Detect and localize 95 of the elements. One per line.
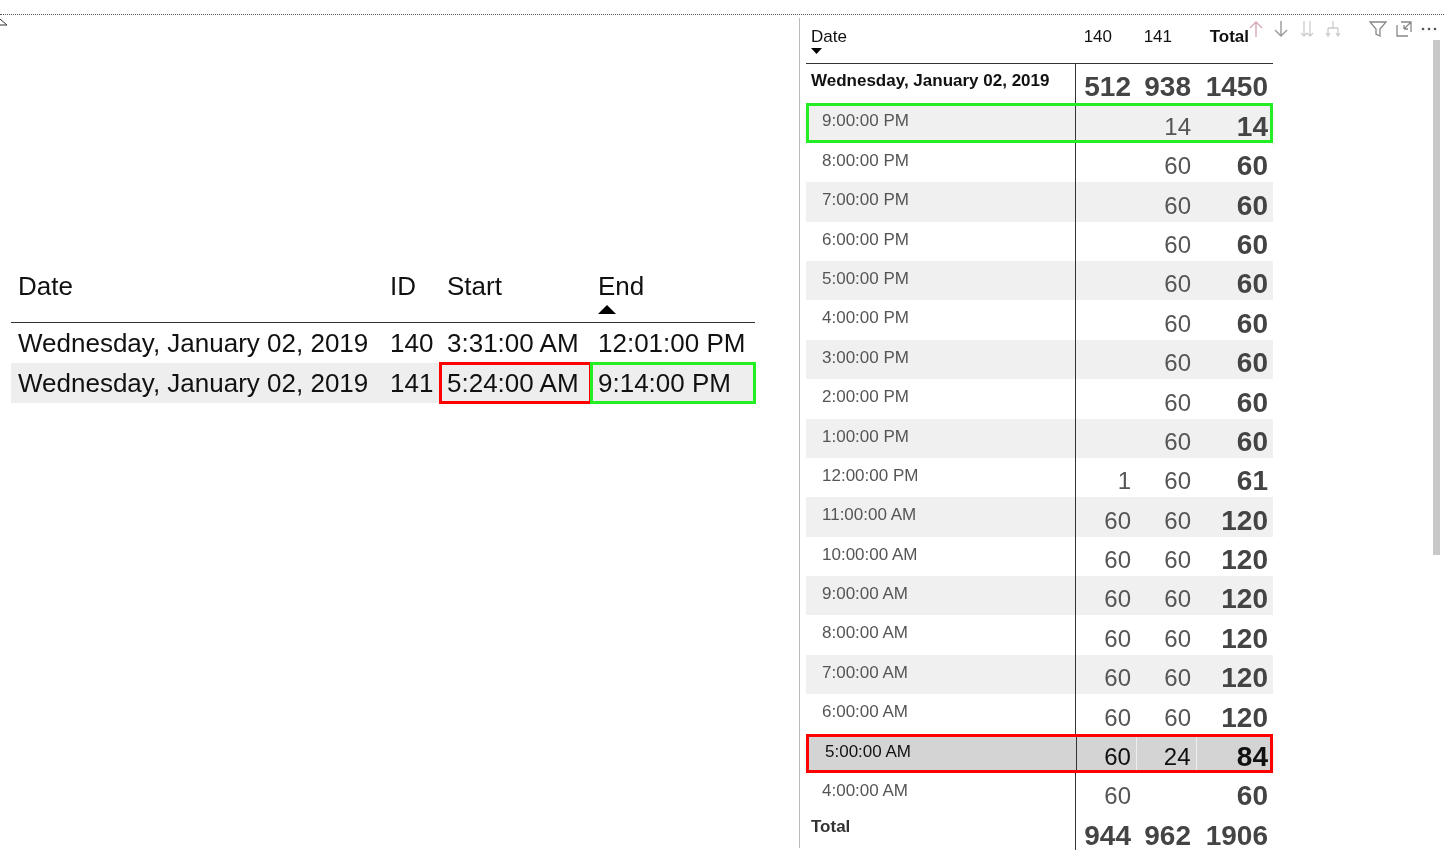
matrix-value: 60 (1164, 466, 1191, 497)
matrix-value: 120 (1221, 505, 1268, 536)
matrix-value: 512 (1084, 72, 1131, 103)
matrix-value: 60 (1164, 623, 1191, 654)
matrix-value: 60 (1104, 742, 1131, 773)
column-header[interactable]: 141 (1143, 26, 1172, 48)
matrix-value: 1 (1117, 466, 1131, 497)
matrix-row[interactable]: 7:00:00 AM 60 60 120 (806, 654, 1273, 695)
matrix-value: 60 (1104, 623, 1131, 654)
table-cell: 5:24:00 AM (440, 363, 591, 403)
matrix-value: 60 (1104, 545, 1131, 576)
matrix-row[interactable]: 7:00:00 PM 60 60 (806, 182, 1273, 222)
row-label: 5:00:00 AM (825, 741, 911, 761)
row-label: 4:00:00 AM (822, 781, 908, 801)
row-label: 2:00:00 PM (822, 387, 909, 407)
row-label: 8:00:00 AM (822, 623, 908, 643)
matrix-value: 962 (1144, 820, 1191, 850)
row-label: 9:00:00 AM (822, 584, 908, 604)
matrix-value: 60 (1164, 584, 1191, 615)
table-cell-text: Wednesday, January 02, 2019 (17, 366, 370, 400)
column-header[interactable]: Start (447, 268, 502, 304)
column-header[interactable]: Date (811, 26, 847, 48)
matrix-value: 24 (1163, 742, 1191, 773)
matrix-row[interactable]: 5:00:00 PM 60 60 (806, 260, 1273, 301)
row-label: 4:00:00 PM (822, 308, 909, 328)
row-label: 11:00:00 AM (822, 505, 917, 525)
matrix-value: 60 (1164, 545, 1191, 576)
row-label: 6:00:00 PM (822, 229, 909, 249)
matrix-value: 60 (1104, 702, 1131, 733)
matrix-value: 60 (1236, 387, 1268, 418)
matrix-value: 60 (1164, 308, 1191, 339)
matrix-value: 60 (1236, 269, 1268, 300)
matrix-value: 61 (1236, 466, 1268, 497)
matrix-value: 60 (1164, 663, 1191, 694)
row-label: 9:00:00 PM (822, 111, 909, 131)
matrix-value: 60 (1164, 190, 1191, 221)
matrix-value: 120 (1221, 702, 1268, 733)
matrix-row[interactable]: 9:00:00 PM 14 14 (806, 103, 1273, 143)
matrix-value: 120 (1221, 663, 1268, 694)
matrix-row[interactable]: 1:00:00 PM 60 60 (806, 418, 1273, 458)
row-label: 3:00:00 PM (822, 347, 909, 367)
row-label: 5:00:00 PM (822, 268, 909, 288)
matrix-value: 120 (1221, 584, 1268, 615)
matrix-value: 944 (1084, 820, 1131, 850)
matrix-row[interactable]: 3:00:00 PM 60 60 (806, 339, 1273, 380)
table-cell-text: Wednesday, January 02, 2019 (17, 326, 370, 360)
matrix-value: 938 (1144, 72, 1191, 103)
matrix-value: 14 (1164, 111, 1191, 142)
matrix-value: 60 (1236, 229, 1268, 260)
matrix-value: 60 (1164, 229, 1191, 260)
matrix-value: 60 (1164, 151, 1191, 182)
column-header[interactable]: Date (18, 268, 73, 304)
table-cell-text: 140 (389, 326, 435, 360)
matrix-value: 120 (1221, 545, 1268, 576)
table-cell-text: 3:31:00 AM (446, 326, 580, 360)
matrix-value: 60 (1236, 781, 1268, 812)
column-header[interactable]: ID (390, 268, 416, 304)
column-header[interactable]: End (598, 268, 645, 304)
matrix-value: 60 (1236, 308, 1268, 339)
matrix-value: 60 (1164, 269, 1191, 300)
matrix-value: 60 (1104, 663, 1131, 694)
matrix-value: 1450 (1205, 72, 1268, 103)
matrix-value: 14 (1236, 111, 1268, 142)
matrix-value: 60 (1236, 426, 1268, 457)
row-label: 7:00:00 AM (822, 662, 908, 682)
matrix-value: 60 (1164, 702, 1191, 733)
matrix-row[interactable]: 5:00:00 AM 60 24 84 (806, 733, 1273, 774)
table-cell-text: 12:01:00 PM (597, 326, 747, 360)
matrix-value: 60 (1236, 151, 1268, 182)
total-label: Total (811, 817, 851, 837)
row-label: 1:00:00 PM (822, 426, 909, 446)
matrix-value: 60 (1236, 190, 1268, 221)
column-header[interactable]: Total (1209, 26, 1249, 48)
matrix-value: 60 (1164, 426, 1191, 457)
matrix-row[interactable]: 11:00:00 AM 60 60 120 (806, 497, 1273, 537)
matrix-value: 60 (1104, 584, 1131, 615)
matrix-value: 60 (1104, 781, 1131, 812)
group-label[interactable]: Wednesday, January 02, 2019 (811, 71, 1050, 90)
matrix-value: 84 (1236, 742, 1268, 773)
row-label: 7:00:00 PM (822, 190, 909, 210)
matrix-value: 60 (1164, 387, 1191, 418)
row-label: 12:00:00 PM (822, 465, 919, 485)
table-cell-text: 141 (389, 366, 435, 400)
matrix-value: 60 (1236, 348, 1268, 379)
matrix-value: 60 (1164, 505, 1191, 536)
column-header[interactable]: 140 (1083, 26, 1112, 48)
row-label: 10:00:00 AM (822, 544, 918, 564)
row-label: 6:00:00 AM (822, 702, 908, 722)
row-label: 8:00:00 PM (822, 150, 909, 170)
table-cell: 9:14:00 PM (591, 363, 755, 403)
matrix-value: 60 (1164, 348, 1191, 379)
matrix-value: 120 (1221, 623, 1268, 654)
matrix-value: 1906 (1205, 820, 1268, 850)
matrix-row[interactable]: 9:00:00 AM 60 60 120 (806, 576, 1273, 616)
matrix-value: 60 (1104, 505, 1131, 536)
